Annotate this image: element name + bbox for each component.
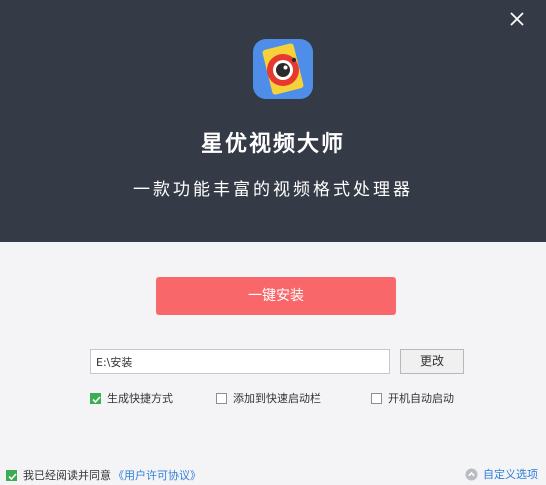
- option-auto-start[interactable]: 开机自动启动: [371, 390, 454, 406]
- one-click-install-button[interactable]: 一键安装: [156, 277, 396, 315]
- header-banner: 星优视频大师 一款功能丰富的视频格式处理器: [0, 0, 546, 242]
- chevron-up-circle-icon: [465, 468, 478, 480]
- auto-start-checkbox[interactable]: [371, 392, 382, 404]
- change-path-button[interactable]: 更改: [400, 349, 464, 374]
- app-subtitle: 一款功能丰富的视频格式处理器: [133, 180, 413, 200]
- app-logo: [253, 39, 313, 99]
- custom-options-label: 自定义选项: [483, 468, 538, 481]
- close-button[interactable]: [508, 10, 526, 28]
- license-link[interactable]: 《用户许可协议》: [113, 467, 201, 483]
- install-path-input[interactable]: [90, 349, 390, 374]
- agree-checkbox[interactable]: [6, 469, 17, 481]
- check-icon: [92, 395, 101, 403]
- license-agreement: 我已经阅读并同意 《用户许可协议》: [6, 467, 201, 483]
- quick-launch-label: 添加到快速启动栏: [233, 392, 321, 405]
- custom-options-button[interactable]: 自定义选项: [465, 466, 538, 482]
- option-create-shortcut[interactable]: 生成快捷方式: [90, 390, 173, 406]
- option-quick-launch[interactable]: 添加到快速启动栏: [216, 390, 321, 406]
- check-icon: [8, 472, 17, 480]
- close-icon: [510, 12, 524, 26]
- create-shortcut-checkbox[interactable]: [90, 392, 101, 404]
- quick-launch-checkbox[interactable]: [216, 392, 227, 404]
- auto-start-label: 开机自动启动: [388, 392, 454, 405]
- agree-text: 我已经阅读并同意: [23, 469, 111, 482]
- create-shortcut-label: 生成快捷方式: [107, 392, 173, 405]
- app-title: 星优视频大师: [200, 132, 345, 157]
- app-logo-icon: [253, 39, 313, 99]
